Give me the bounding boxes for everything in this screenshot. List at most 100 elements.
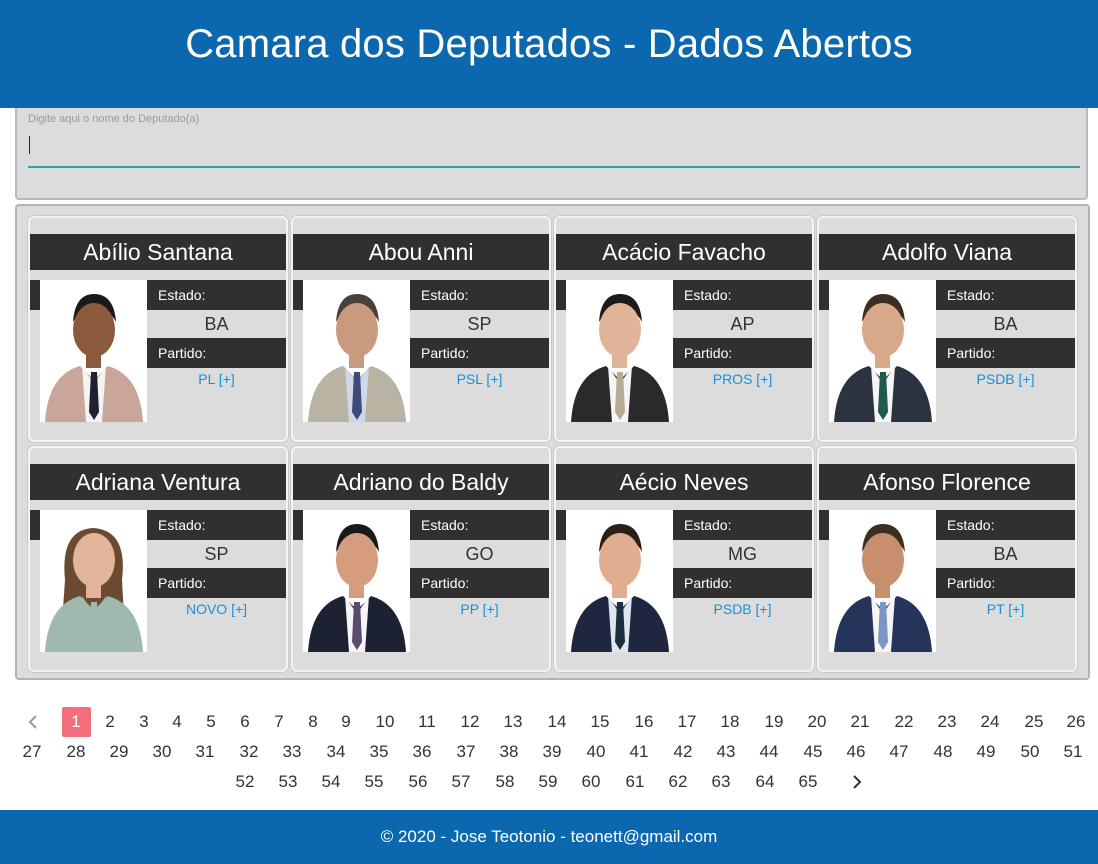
page-link[interactable]: 63: [707, 767, 735, 797]
page-link[interactable]: 30: [148, 737, 176, 767]
page-link[interactable]: 16: [630, 707, 658, 737]
partido-label: Partido:: [936, 568, 1075, 598]
page-link[interactable]: 2: [100, 707, 120, 737]
estado-label: Estado:: [673, 280, 812, 310]
page-link[interactable]: 19: [760, 707, 788, 737]
deputy-name: Aécio Neves: [556, 464, 812, 500]
page-link[interactable]: 31: [191, 737, 219, 767]
page-link[interactable]: 14: [543, 707, 571, 737]
page-link[interactable]: 27: [18, 737, 46, 767]
partido-link[interactable]: PROS [+]: [673, 368, 812, 390]
chevron-left-icon[interactable]: [23, 707, 43, 737]
page-link[interactable]: 28: [62, 737, 90, 767]
partido-link[interactable]: NOVO [+]: [147, 598, 286, 620]
page-link[interactable]: 47: [885, 737, 913, 767]
page-link[interactable]: 3: [134, 707, 154, 737]
deputy-card[interactable]: Adriana Ventura Estado: SP Partido: NOVO…: [28, 446, 288, 672]
page-link[interactable]: 24: [976, 707, 1004, 737]
page-link[interactable]: 17: [673, 707, 701, 737]
page-link[interactable]: 44: [755, 737, 783, 767]
card-strip: [30, 510, 40, 540]
page-link[interactable]: 32: [235, 737, 263, 767]
partido-link[interactable]: PL [+]: [147, 368, 286, 390]
page-link[interactable]: 58: [491, 767, 519, 797]
partido-link[interactable]: PT [+]: [936, 598, 1075, 620]
search-input[interactable]: [28, 130, 1080, 168]
page-link[interactable]: 11: [413, 707, 441, 737]
page-link[interactable]: 46: [842, 737, 870, 767]
page-link[interactable]: 9: [336, 707, 356, 737]
page-link[interactable]: 41: [625, 737, 653, 767]
page-link[interactable]: 6: [235, 707, 255, 737]
page-link[interactable]: 37: [452, 737, 480, 767]
page-link[interactable]: 54: [317, 767, 345, 797]
page-link[interactable]: 22: [890, 707, 918, 737]
deputy-card[interactable]: Afonso Florence Estado: BA Partido: PT […: [817, 446, 1077, 672]
page-link[interactable]: 53: [274, 767, 302, 797]
estado-value: BA: [204, 313, 229, 334]
page-link[interactable]: 40: [582, 737, 610, 767]
page-link[interactable]: 43: [712, 737, 740, 767]
deputy-name: Acácio Favacho: [556, 234, 812, 270]
page-link[interactable]: 5: [201, 707, 221, 737]
partido-label: Partido:: [147, 338, 286, 368]
deputy-card[interactable]: Aécio Neves Estado: MG Partido: PSDB [+]: [554, 446, 814, 672]
deputy-card[interactable]: Adriano do Baldy Estado: GO Partido: PP …: [291, 446, 551, 672]
card-strip: [819, 280, 829, 310]
page-link[interactable]: 48: [929, 737, 957, 767]
estado-value: MG: [728, 543, 757, 564]
page-link[interactable]: 15: [586, 707, 614, 737]
partido-link[interactable]: PP [+]: [410, 598, 549, 620]
partido-link[interactable]: PSL [+]: [410, 368, 549, 390]
page-link[interactable]: 26: [1062, 707, 1090, 737]
deputy-name: Abílio Santana: [30, 234, 286, 270]
page-link[interactable]: 8: [303, 707, 323, 737]
chevron-right-icon[interactable]: [847, 767, 867, 797]
page-link[interactable]: 7: [269, 707, 289, 737]
page-link[interactable]: 35: [365, 737, 393, 767]
page-link[interactable]: 59: [534, 767, 562, 797]
partido-link[interactable]: PSDB [+]: [936, 368, 1075, 390]
page-link[interactable]: 51: [1059, 737, 1087, 767]
card-strip: [293, 510, 303, 540]
deputy-name: Adolfo Viana: [819, 234, 1075, 270]
page-link[interactable]: 13: [499, 707, 527, 737]
page-link[interactable]: 55: [360, 767, 388, 797]
partido-link[interactable]: PSDB [+]: [673, 598, 812, 620]
page-link[interactable]: 10: [371, 707, 399, 737]
page-link[interactable]: 45: [799, 737, 827, 767]
page-link[interactable]: 29: [105, 737, 133, 767]
deputy-card[interactable]: Abou Anni Estado: SP Partido: PSL [+]: [291, 216, 551, 442]
page-link[interactable]: 20: [803, 707, 831, 737]
page-link[interactable]: 33: [278, 737, 306, 767]
deputy-card[interactable]: Abílio Santana Estado: BA Partido: PL [+…: [28, 216, 288, 442]
page-link[interactable]: 62: [664, 767, 692, 797]
page-link[interactable]: 56: [404, 767, 432, 797]
deputy-card[interactable]: Acácio Favacho Estado: AP Partido: PROS …: [554, 216, 814, 442]
page-link[interactable]: 64: [751, 767, 779, 797]
page-link[interactable]: 61: [621, 767, 649, 797]
text-caret: [29, 136, 30, 154]
card-strip: [556, 280, 566, 310]
page-link[interactable]: 52: [231, 767, 259, 797]
page-link[interactable]: 4: [167, 707, 187, 737]
page-link[interactable]: 39: [538, 737, 566, 767]
page-link[interactable]: 50: [1016, 737, 1044, 767]
estado-value: SP: [467, 313, 492, 334]
page-link[interactable]: 12: [456, 707, 484, 737]
page-link[interactable]: 23: [933, 707, 961, 737]
estado-label: Estado:: [147, 510, 286, 540]
page-link[interactable]: 1: [61, 707, 91, 737]
page-link[interactable]: 25: [1020, 707, 1048, 737]
page-link[interactable]: 36: [408, 737, 436, 767]
page-link[interactable]: 42: [669, 737, 697, 767]
page-link[interactable]: 18: [716, 707, 744, 737]
page-link[interactable]: 49: [972, 737, 1000, 767]
deputy-card[interactable]: Adolfo Viana Estado: BA Partido: PSDB [+…: [817, 216, 1077, 442]
page-link[interactable]: 34: [322, 737, 350, 767]
page-link[interactable]: 21: [846, 707, 874, 737]
page-link[interactable]: 60: [577, 767, 605, 797]
page-link[interactable]: 65: [794, 767, 822, 797]
page-link[interactable]: 57: [447, 767, 475, 797]
page-link[interactable]: 38: [495, 737, 523, 767]
